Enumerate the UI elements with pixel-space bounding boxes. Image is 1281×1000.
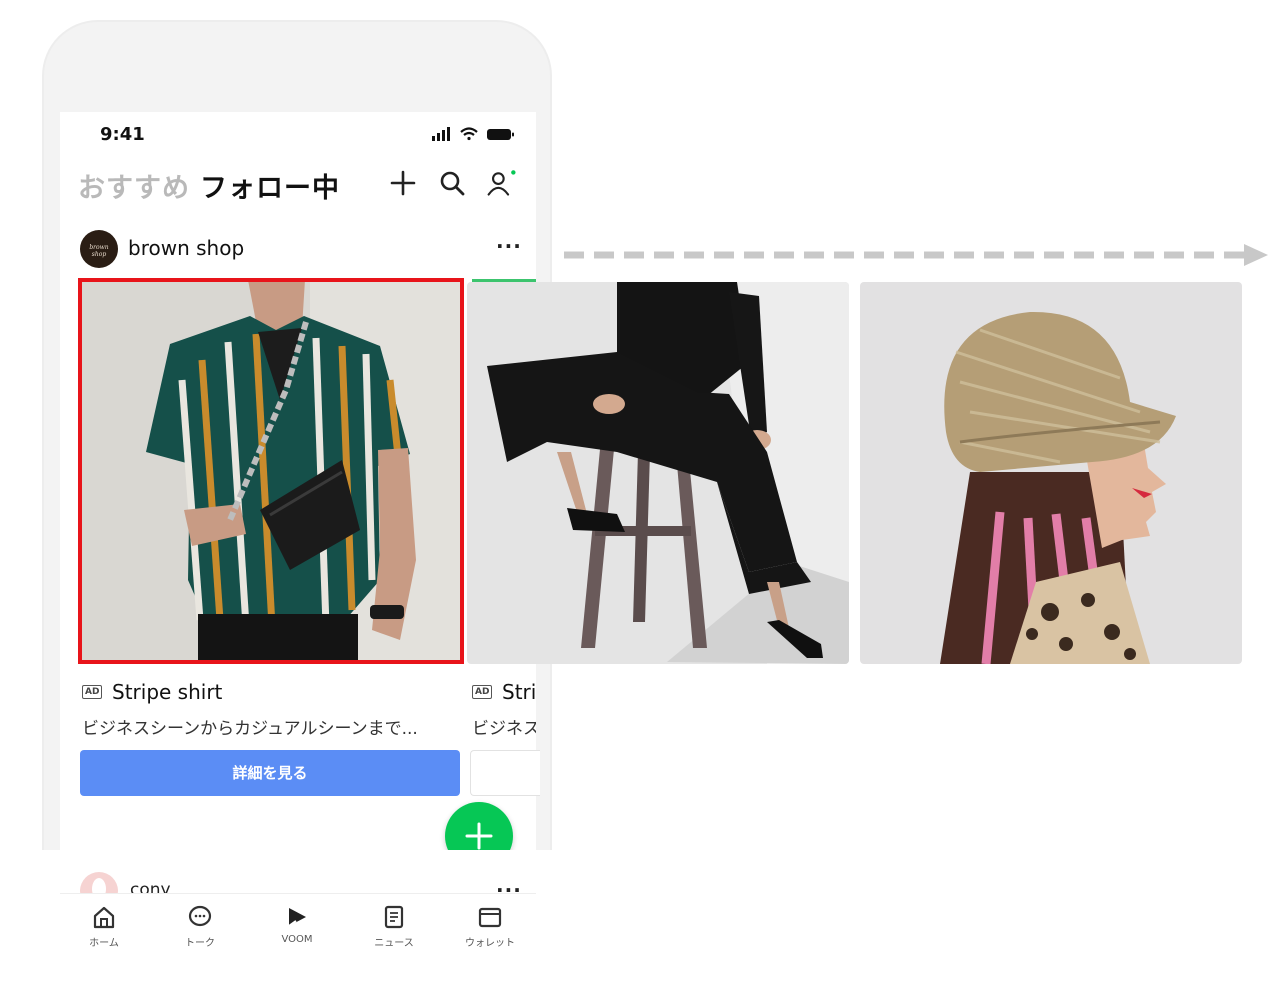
nav-label: ホーム [89, 938, 119, 949]
card-title[interactable]: Stripe shirt [112, 680, 222, 704]
profile-icon[interactable] [486, 168, 516, 198]
product-image-black-pants[interactable] [467, 282, 849, 664]
nav-news[interactable]: ニュース [354, 904, 434, 949]
nav-home[interactable]: ホーム [64, 904, 144, 949]
swipe-arrow-icon [564, 244, 1268, 266]
phone-bottom-fade [40, 850, 556, 890]
plus-icon [465, 822, 493, 850]
chat-icon [188, 905, 212, 927]
news-icon [384, 905, 404, 929]
status-icons [432, 127, 514, 141]
view-details-button[interactable] [470, 750, 540, 796]
wifi-icon [460, 127, 478, 141]
carousel-indicator [472, 279, 536, 282]
search-icon[interactable] [437, 168, 467, 198]
battery-icon [487, 129, 514, 140]
plus-icon[interactable] [388, 168, 418, 198]
nav-talk[interactable]: トーク [160, 904, 240, 949]
nav-label: ウォレット [465, 938, 515, 949]
ad-badge: AD [472, 685, 493, 699]
home-icon [93, 906, 115, 929]
card-title[interactable]: Stri [502, 680, 536, 704]
shop-avatar[interactable]: brown shop [80, 230, 118, 268]
ad-badge: AD [82, 685, 103, 699]
wallet-icon [478, 907, 502, 928]
voom-icon [288, 908, 306, 927]
nav-label: VOOM [281, 934, 313, 945]
nav-label: トーク [185, 938, 215, 949]
card-description: ビジネスシーンからカジュアルシーンまで... [82, 719, 418, 739]
shop-name[interactable]: brown shop [128, 236, 244, 260]
bottom-nav: ホーム トーク VOOM ニュース ウォレット [60, 893, 536, 973]
card-description: ビジネス [472, 719, 536, 739]
status-time: 9:41 [100, 124, 145, 145]
signal-icon [432, 127, 450, 141]
nav-voom[interactable]: VOOM [257, 904, 337, 945]
view-details-button[interactable]: 詳細を見る [80, 750, 460, 796]
nav-label: ニュース [374, 938, 414, 949]
product-image-bucket-hat[interactable] [860, 282, 1242, 664]
nav-wallet[interactable]: ウォレット [450, 904, 530, 949]
more-options-button[interactable]: ··· [496, 234, 522, 258]
tab-following[interactable]: フォロー中 [200, 166, 340, 205]
product-image-stripe-shirt[interactable] [80, 280, 462, 662]
tab-recommended[interactable]: おすすめ [78, 166, 190, 205]
